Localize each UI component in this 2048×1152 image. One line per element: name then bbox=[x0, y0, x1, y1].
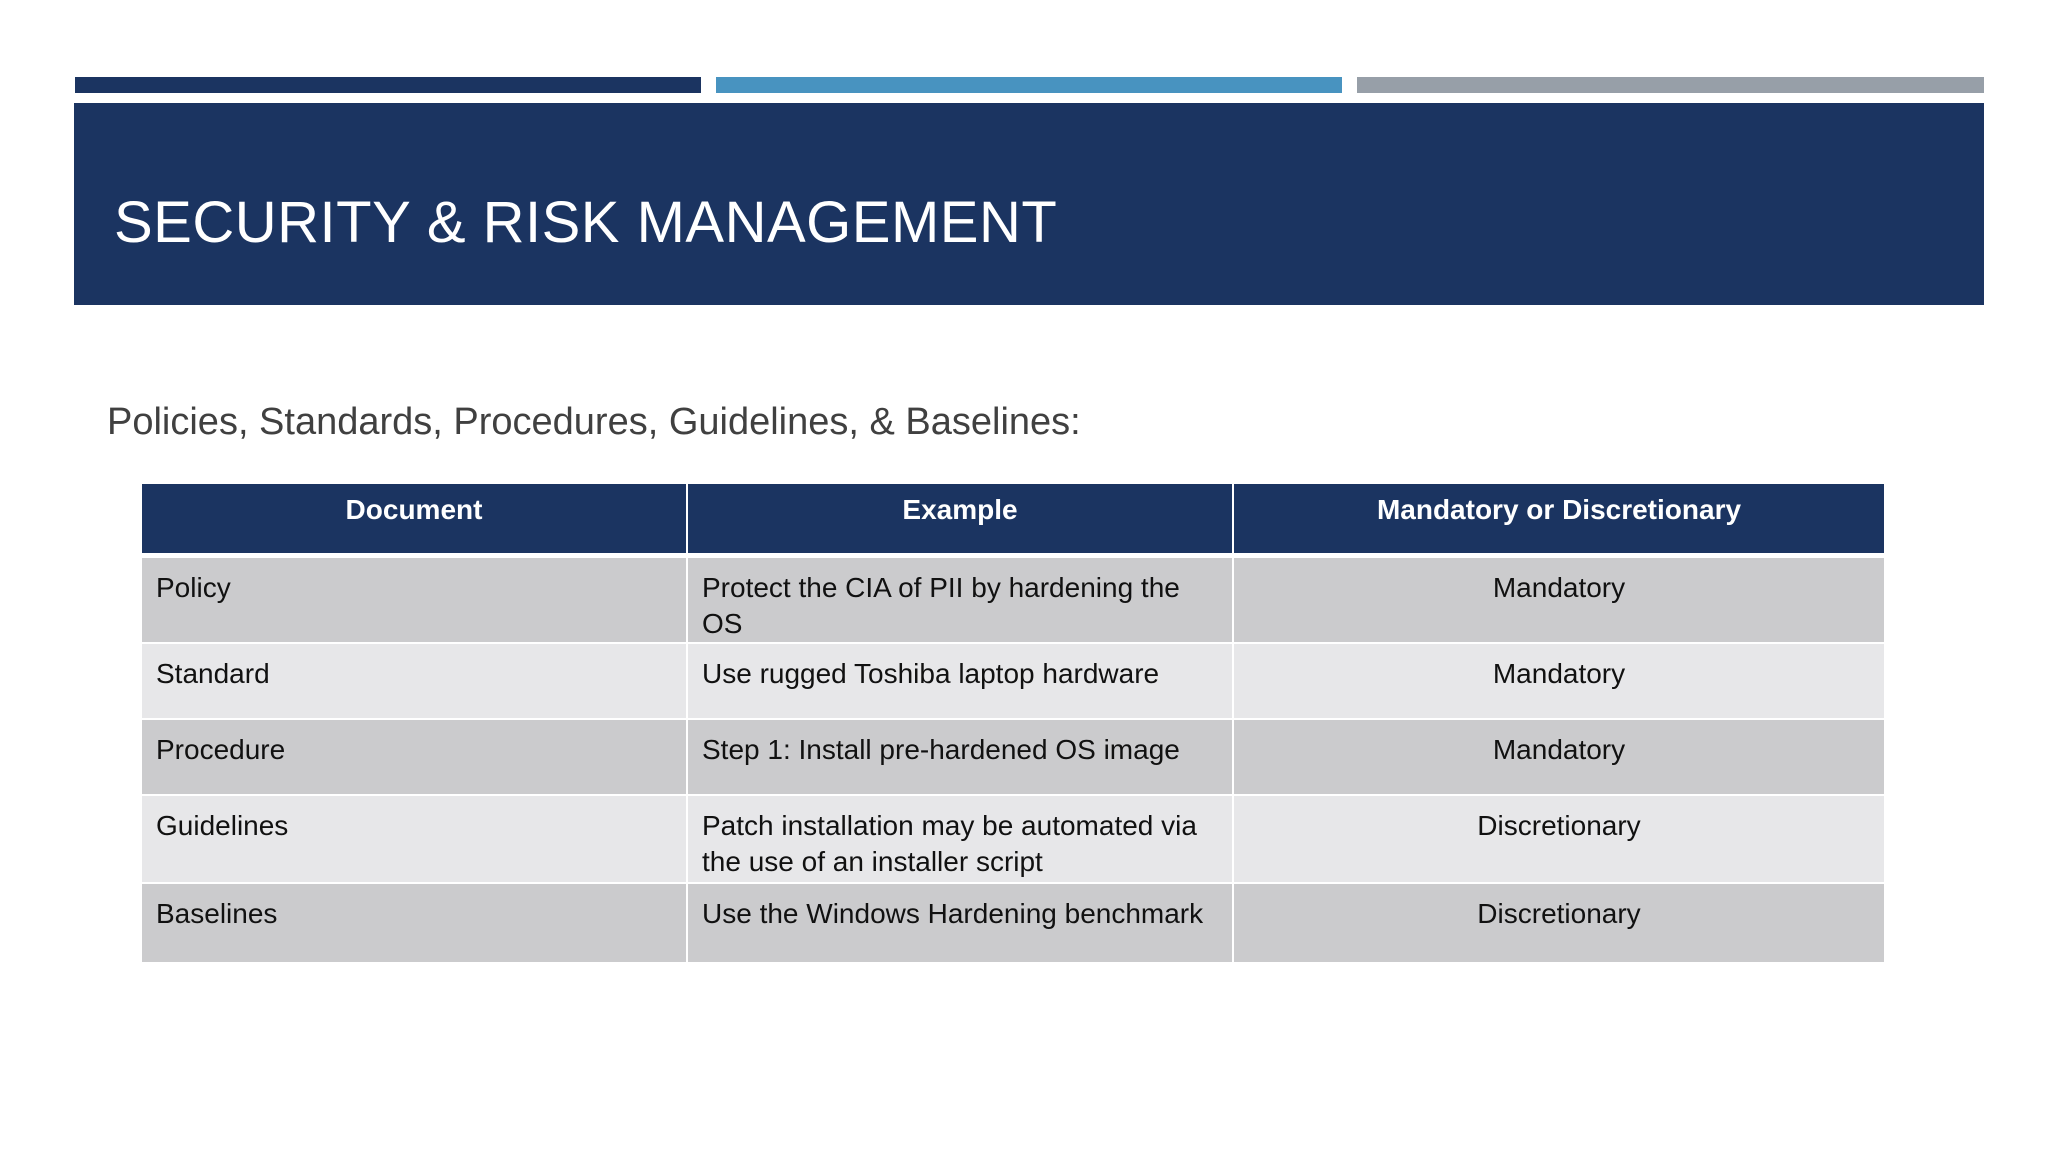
header-document: Document bbox=[140, 482, 688, 558]
table-row: Policy Protect the CIA of PII by hardeni… bbox=[140, 554, 1886, 644]
cell-mandatory: Discretionary bbox=[1232, 881, 1886, 964]
slide-subtitle: Policies, Standards, Procedures, Guideli… bbox=[107, 401, 1081, 443]
accent-bar-blue bbox=[716, 77, 1342, 93]
cell-mandatory: Mandatory bbox=[1232, 717, 1886, 796]
cell-document: Policy bbox=[140, 554, 688, 644]
cell-document: Standard bbox=[140, 641, 688, 720]
cell-document: Baselines bbox=[140, 881, 688, 964]
table-row: Standard Use rugged Toshiba laptop hardw… bbox=[140, 641, 1886, 720]
cell-mandatory: Mandatory bbox=[1232, 554, 1886, 644]
header-mandatory: Mandatory or Discretionary bbox=[1232, 482, 1886, 558]
cell-document: Guidelines bbox=[140, 793, 688, 884]
cell-document: Procedure bbox=[140, 717, 688, 796]
table-row: Baselines Use the Windows Hardening benc… bbox=[140, 881, 1886, 964]
cell-example: Use the Windows Hardening benchmark bbox=[686, 881, 1234, 964]
accent-bar-dark bbox=[75, 77, 701, 93]
cell-example: Patch installation may be automated via … bbox=[686, 793, 1234, 884]
cell-example: Step 1: Install pre-hardened OS image bbox=[686, 717, 1234, 796]
table-header-row: Document Example Mandatory or Discretion… bbox=[140, 482, 1886, 558]
accent-bar-gray bbox=[1357, 77, 1984, 93]
title-band: SECURITY & RISK MANAGEMENT bbox=[74, 103, 1984, 305]
header-example: Example bbox=[686, 482, 1234, 558]
table-row: Guidelines Patch installation may be aut… bbox=[140, 793, 1886, 884]
table-row: Procedure Step 1: Install pre-hardened O… bbox=[140, 717, 1886, 796]
cell-mandatory: Discretionary bbox=[1232, 793, 1886, 884]
cell-example: Protect the CIA of PII by hardening the … bbox=[686, 554, 1234, 644]
slide-title: SECURITY & RISK MANAGEMENT bbox=[114, 190, 1058, 255]
document-table: Document Example Mandatory or Discretion… bbox=[140, 482, 1886, 964]
cell-mandatory: Mandatory bbox=[1232, 641, 1886, 720]
cell-example: Use rugged Toshiba laptop hardware bbox=[686, 641, 1234, 720]
